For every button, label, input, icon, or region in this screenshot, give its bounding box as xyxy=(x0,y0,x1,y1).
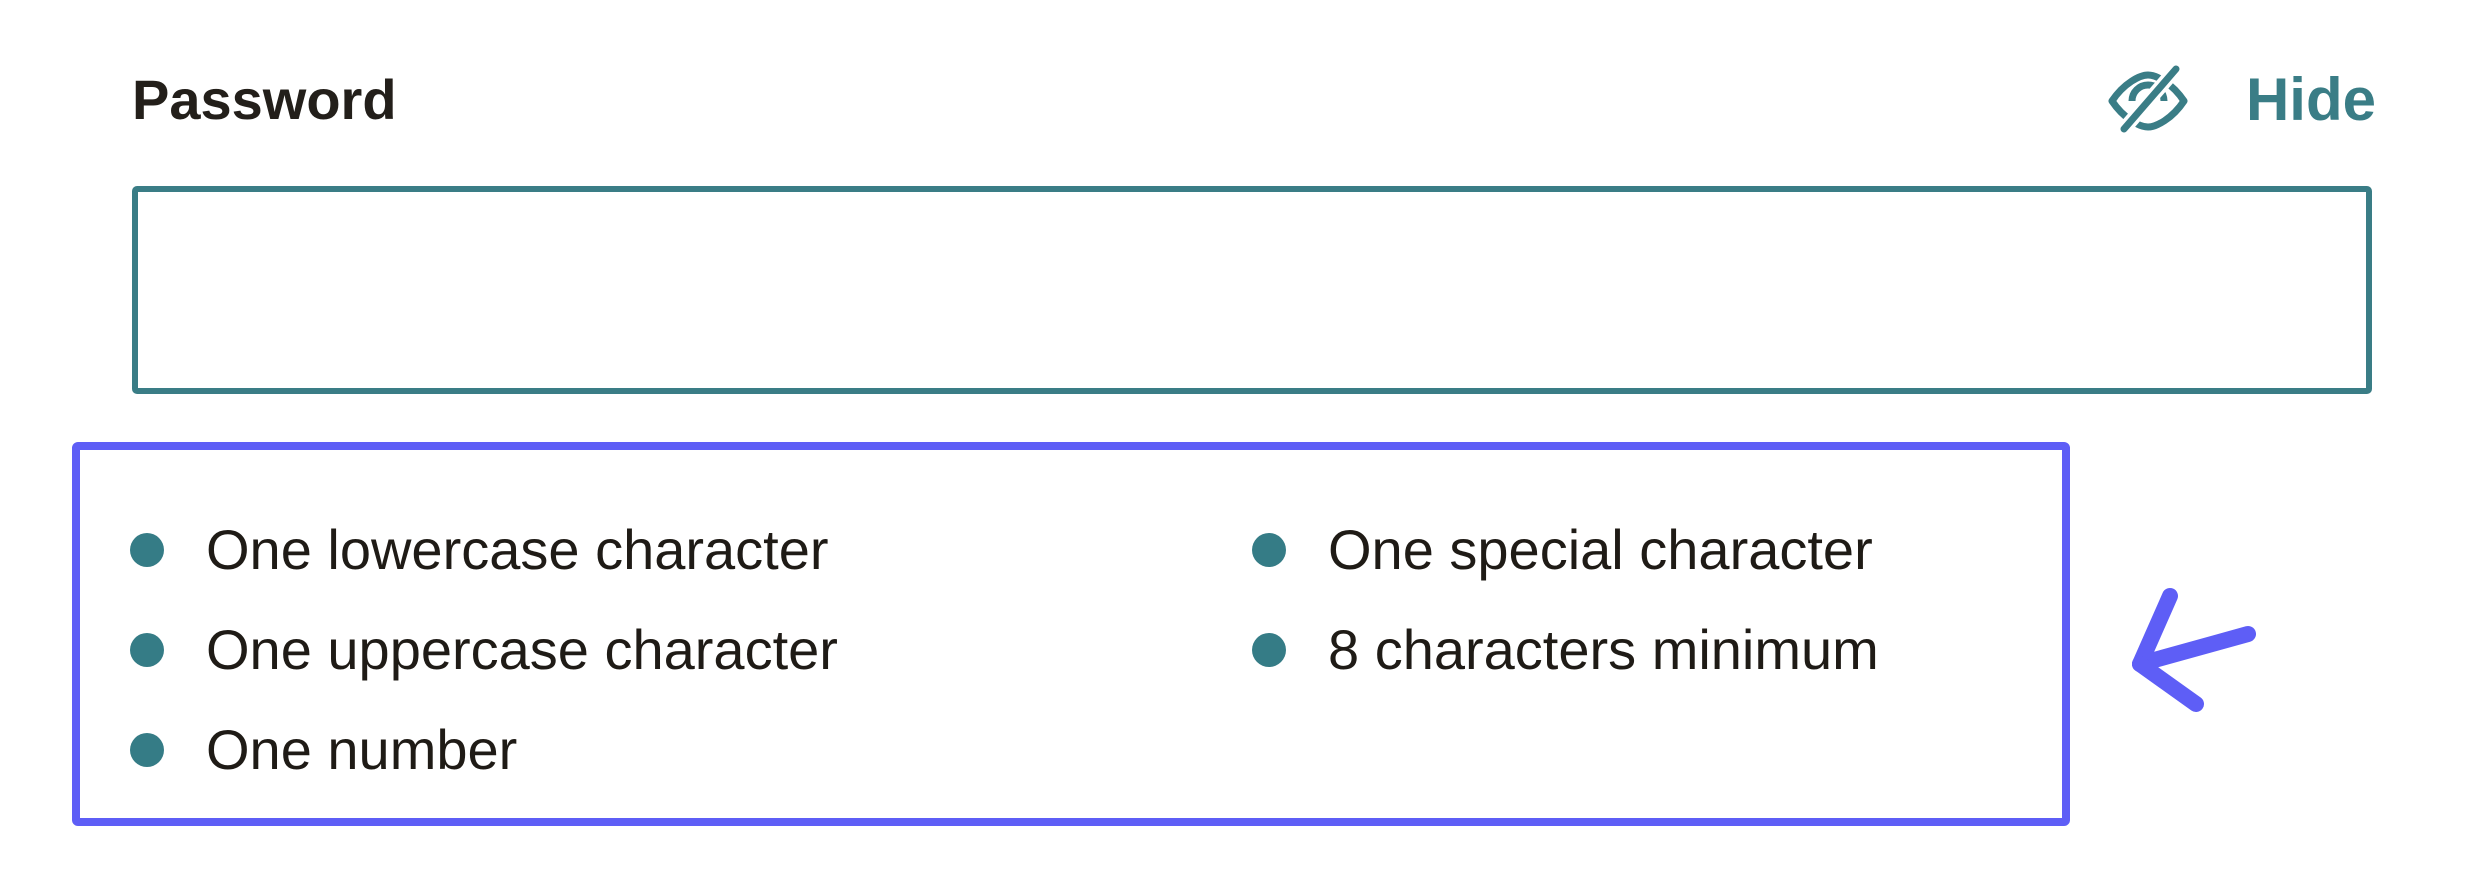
bullet-icon xyxy=(130,533,164,567)
requirement-length: 8 characters minimum xyxy=(1252,610,1879,690)
requirement-text: 8 characters minimum xyxy=(1328,618,1879,681)
hide-label: Hide xyxy=(2245,66,2376,133)
requirement-text: One uppercase character xyxy=(206,618,838,681)
bullet-icon xyxy=(130,733,164,767)
password-input[interactable] xyxy=(132,186,2372,394)
bullet-icon xyxy=(1252,533,1286,567)
eye-slash-icon xyxy=(2108,65,2188,135)
requirement-text: One special character xyxy=(1328,518,1873,581)
password-label: Password xyxy=(132,68,397,131)
requirement-uppercase: One uppercase character xyxy=(130,610,838,690)
visibility-toggle[interactable]: Hide xyxy=(2106,60,2376,140)
requirement-number: One number xyxy=(130,710,517,790)
bullet-icon xyxy=(1252,633,1286,667)
requirement-special: One special character xyxy=(1252,510,1873,590)
bullet-icon xyxy=(130,633,164,667)
requirement-lowercase: One lowercase character xyxy=(130,510,829,590)
arrow-left-icon xyxy=(2132,588,2256,712)
requirement-text: One lowercase character xyxy=(206,518,829,581)
requirement-text: One number xyxy=(206,718,518,781)
